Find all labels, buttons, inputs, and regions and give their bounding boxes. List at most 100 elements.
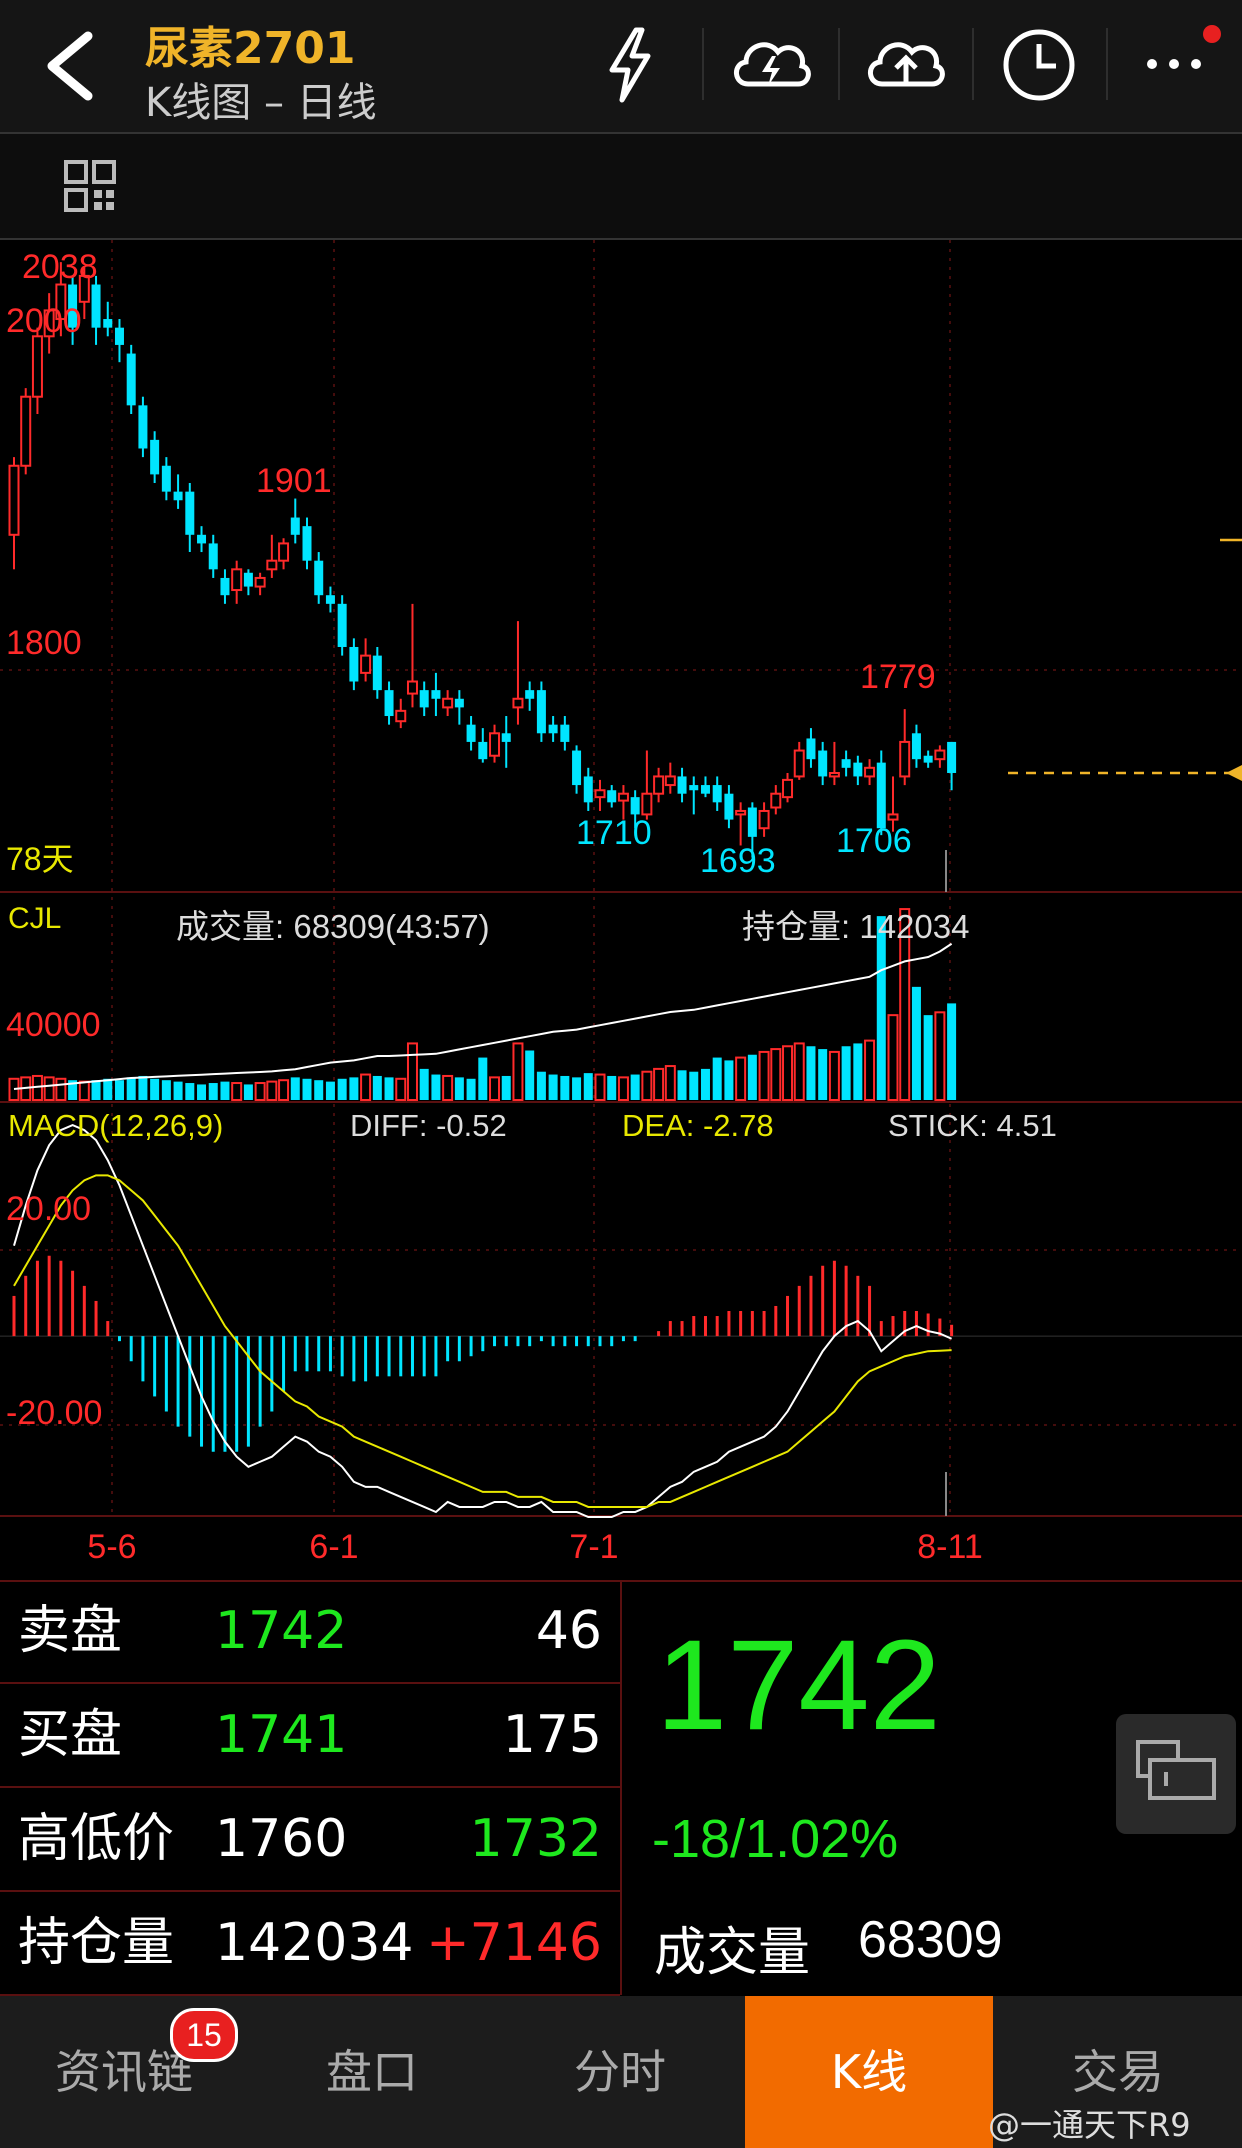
candle-body [478, 741, 488, 760]
x-label-6-1: 6-1 [309, 1528, 358, 1566]
candle-body [664, 775, 676, 787]
price-label-1706: 1706 [836, 822, 912, 860]
candle-body [560, 724, 570, 742]
volume-bar [548, 1074, 558, 1100]
candle-body [278, 542, 290, 562]
bottom-nav: 资讯链 15 盘口 分时 K线 交易 @一通天下R9 [0, 1996, 1242, 2148]
volume-bar [525, 1050, 535, 1100]
candle-body [372, 655, 382, 691]
candle-body [454, 698, 464, 708]
page-title: 尿素2701 [145, 23, 356, 74]
volume-bar [641, 1070, 653, 1102]
volume-bar [185, 1083, 195, 1100]
volume-bar [138, 1075, 148, 1100]
volume-bar [254, 1082, 266, 1101]
macd-stick-text: STICK: 4.51 [888, 1108, 1057, 1143]
volume-bar [758, 1050, 770, 1102]
volume-bar [431, 1074, 441, 1100]
price-label-1710: 1710 [576, 814, 652, 852]
volume-bar [536, 1071, 546, 1100]
quote-row-bid: 买盘 1741 175 [0, 1684, 620, 1788]
candle-body [314, 560, 324, 596]
more-icon[interactable] [1140, 20, 1230, 100]
volume-bar [489, 1076, 501, 1101]
chart-dotted-grid [0, 240, 1242, 1516]
volume-bar [806, 1046, 816, 1100]
candle-body [923, 755, 933, 763]
candle-body [853, 762, 863, 777]
candle-body [758, 809, 770, 830]
header: 尿素2701 K线图 – 日线 [0, 0, 1242, 134]
kline-chart[interactable]: 2038 2000 1901 1800 1779 1710 1693 1706 … [0, 240, 1242, 1578]
candle-body [325, 595, 335, 604]
ask-price: 1742 [215, 1601, 348, 1661]
tab-news-chain-label: 资讯链 [55, 2045, 193, 2099]
high-price: 1760 [215, 1809, 348, 1869]
volume-bar [91, 1080, 101, 1100]
volume-value: 68309 [858, 1911, 1003, 1969]
candle-body [641, 792, 653, 816]
candle-body [947, 741, 957, 773]
volume-bar [314, 1080, 324, 1100]
candle-body [173, 491, 183, 501]
clock-icon[interactable] [1000, 26, 1078, 104]
days-label: 78天 [6, 841, 74, 877]
volume-bar [278, 1079, 290, 1102]
price-label-1901: 1901 [256, 462, 332, 500]
volume-bar [173, 1081, 183, 1100]
candle-body [689, 785, 699, 791]
back-arrow-icon[interactable] [38, 30, 98, 102]
grid-icon[interactable] [62, 158, 118, 214]
candle-body [607, 790, 617, 803]
candle-body [220, 577, 230, 596]
volume-bar [911, 986, 921, 1100]
price-label-1693: 1693 [700, 842, 776, 880]
flash-icon[interactable] [602, 26, 658, 104]
open-interest-value: 142034 [215, 1913, 414, 1973]
volume-bar [712, 1057, 722, 1100]
volume-bar [947, 1003, 957, 1100]
candle-body [360, 654, 372, 674]
volume-bar [560, 1075, 570, 1100]
volume-bar [349, 1077, 359, 1100]
candle-body [934, 749, 946, 761]
volume-bar [735, 1056, 747, 1101]
volume-bar [442, 1074, 454, 1102]
candle-body [254, 576, 266, 588]
candle-body [724, 793, 734, 820]
volume-bar [337, 1078, 347, 1100]
volume-bar [512, 1042, 524, 1102]
volume-bar [126, 1077, 136, 1100]
candle-body [208, 543, 218, 570]
switch-window-button[interactable] [1116, 1714, 1236, 1834]
candle-body [747, 807, 757, 837]
tab-intraday[interactable]: 分时 [496, 1996, 744, 2148]
candles [8, 262, 957, 858]
quote-label-ask: 卖盘 [18, 1601, 123, 1661]
cloud-upload-icon[interactable] [862, 30, 946, 96]
candle-body [290, 517, 300, 535]
price-change: -18/1.02% [652, 1809, 899, 1869]
candle-body [828, 771, 840, 778]
volume-bar [325, 1081, 335, 1100]
kline-chart-svg[interactable]: 2038 2000 1901 1800 1779 1710 1693 1706 … [0, 240, 1242, 1578]
price-label-high: 2038 [22, 248, 98, 286]
tab-order-book[interactable]: 盘口 [248, 1996, 496, 2148]
volume-bar [677, 1070, 687, 1100]
cloud-lightning-icon[interactable] [728, 30, 812, 96]
volume-text: 成交量: 68309(43:57) [176, 908, 490, 945]
tab-kline[interactable]: K线 [745, 1996, 993, 2148]
candle-body [243, 572, 253, 587]
volume-bar [103, 1078, 113, 1100]
candle-body [712, 785, 722, 803]
volume-bar [395, 1077, 407, 1101]
volume-bar [923, 1015, 933, 1100]
candle-body [818, 750, 828, 777]
volume-bar [43, 1076, 55, 1101]
quote-label-bid: 买盘 [18, 1705, 123, 1765]
volume-bar [78, 1080, 90, 1101]
candle-body [887, 813, 899, 821]
candle-body [20, 395, 32, 467]
candle-body [406, 680, 418, 695]
candle-body [876, 762, 886, 829]
